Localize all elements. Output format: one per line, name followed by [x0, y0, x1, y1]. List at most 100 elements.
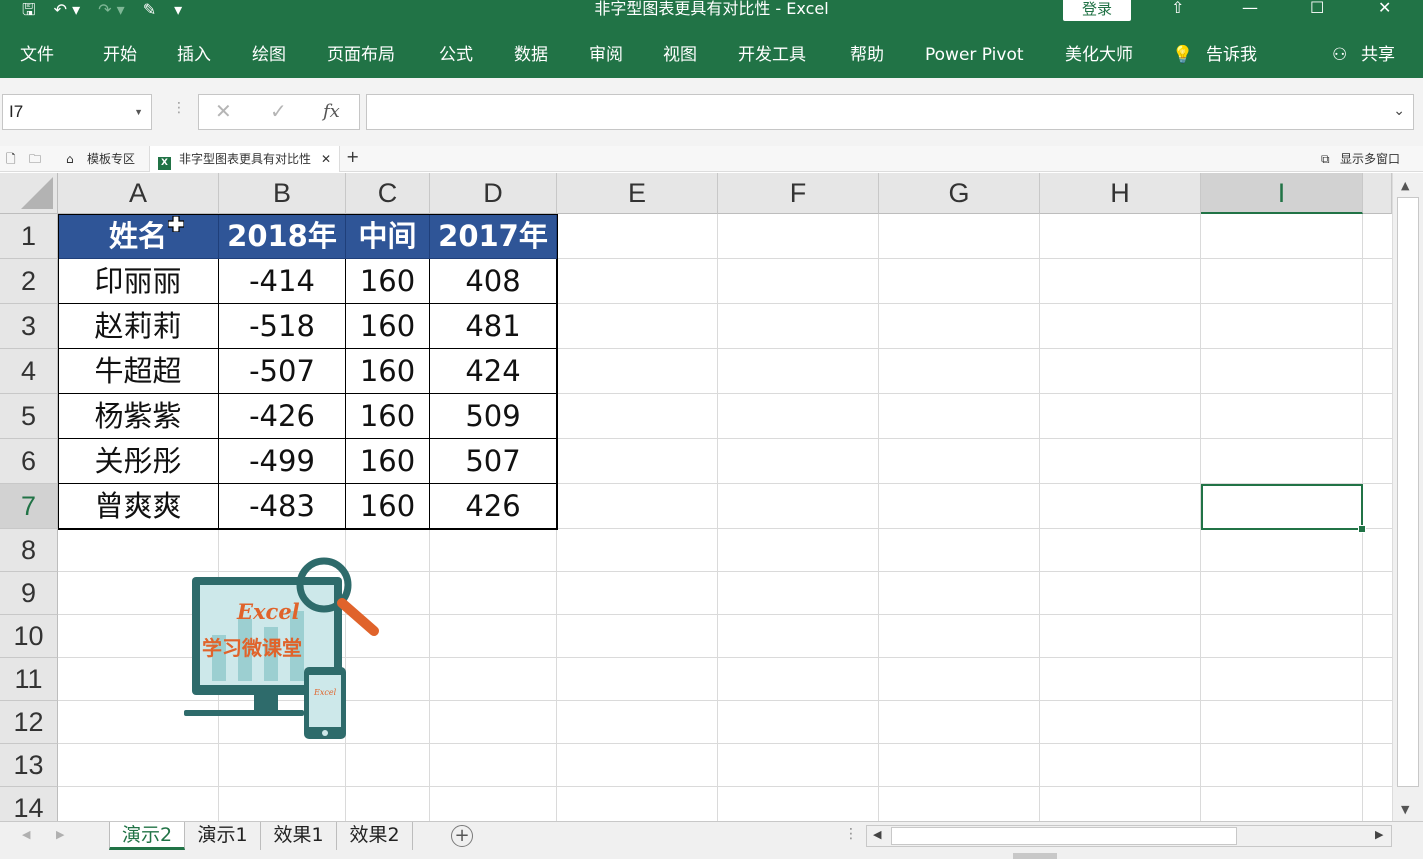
row-header-7[interactable]: 7: [0, 484, 58, 529]
table-cell[interactable]: 160: [346, 304, 430, 349]
sheet-tab-effect1[interactable]: 效果1: [261, 822, 337, 850]
scroll-left-icon[interactable]: ◀: [873, 828, 881, 841]
table-cell[interactable]: 160: [346, 484, 430, 529]
column-header-f[interactable]: F: [718, 173, 879, 214]
share-user-icon[interactable]: ⚇: [1332, 44, 1347, 66]
tab-page-layout[interactable]: 页面布局: [327, 44, 395, 66]
column-header-e[interactable]: E: [557, 173, 718, 214]
splitter-handle-icon[interactable]: ⋮: [172, 100, 186, 116]
table-cell[interactable]: 426: [430, 484, 557, 529]
table-cell[interactable]: -483: [219, 484, 346, 529]
folder-icon[interactable]: 🗀: [29, 150, 41, 168]
table-cell[interactable]: 481: [430, 304, 557, 349]
tell-me-search[interactable]: 告诉我: [1206, 44, 1257, 66]
cancel-icon[interactable]: ✕: [215, 99, 232, 123]
spreadsheet-grid[interactable]: A B C D E F G H I 1 2 3 4 5 6 7 8 9 10 1…: [0, 173, 1392, 821]
tab-beautify-master[interactable]: 美化大师: [1065, 44, 1133, 66]
ribbon-display-icon[interactable]: ⇧: [1171, 0, 1184, 16]
tab-review[interactable]: 审阅: [589, 44, 623, 66]
table-cell[interactable]: -518: [219, 304, 346, 349]
row-header-8[interactable]: 8: [0, 529, 58, 572]
row-header-13[interactable]: 13: [0, 744, 58, 787]
show-multi-window-button[interactable]: 显示多窗口: [1340, 150, 1400, 168]
formula-input[interactable]: ⌄: [366, 94, 1414, 130]
table-cell[interactable]: 杨紫紫: [58, 394, 219, 439]
row-header-1[interactable]: 1: [0, 214, 58, 259]
template-zone-tab[interactable]: 模板专区: [87, 150, 135, 168]
excel-course-logo[interactable]: Excel 学习微课堂 Excel: [182, 555, 382, 740]
column-header-b[interactable]: B: [219, 173, 346, 214]
sheet-tab-demo2[interactable]: 演示2: [109, 822, 185, 850]
add-sheet-icon[interactable]: +: [451, 825, 473, 847]
next-sheet-icon[interactable]: ▶: [56, 828, 64, 841]
column-header-h[interactable]: H: [1040, 173, 1201, 214]
table-cell[interactable]: -414: [219, 259, 346, 304]
close-tab-icon[interactable]: ✕: [321, 150, 331, 168]
scroll-up-icon[interactable]: ▲: [1401, 179, 1409, 192]
tab-data[interactable]: 数据: [514, 44, 548, 66]
tab-home[interactable]: 开始: [103, 44, 137, 66]
tab-splitter-icon[interactable]: ⋮: [844, 826, 858, 842]
column-header-a[interactable]: A: [58, 173, 219, 214]
row-header-4[interactable]: 4: [0, 349, 58, 394]
scroll-right-icon[interactable]: ▶: [1375, 828, 1383, 841]
prev-sheet-icon[interactable]: ◀: [22, 828, 30, 841]
tab-power-pivot[interactable]: Power Pivot: [925, 44, 1024, 66]
table-header-cell[interactable]: 2018年: [219, 214, 346, 259]
home-icon[interactable]: ⌂: [66, 150, 74, 168]
name-box[interactable]: I7 ▼: [2, 94, 152, 130]
table-cell[interactable]: 关彤彤: [58, 439, 219, 484]
table-cell[interactable]: 509: [430, 394, 557, 439]
horizontal-scroll-thumb[interactable]: [891, 827, 1237, 845]
table-cell[interactable]: 160: [346, 349, 430, 394]
login-button[interactable]: 登录: [1063, 0, 1131, 21]
table-cell[interactable]: 408: [430, 259, 557, 304]
active-workbook-tab[interactable]: X 非字型图表更具有对比性 ✕: [149, 146, 340, 172]
minimize-icon[interactable]: —: [1242, 0, 1258, 16]
new-file-icon[interactable]: 🗋: [6, 150, 16, 168]
table-cell[interactable]: 赵莉莉: [58, 304, 219, 349]
table-cell[interactable]: -499: [219, 439, 346, 484]
row-header-3[interactable]: 3: [0, 304, 58, 349]
table-cell[interactable]: 印丽丽: [58, 259, 219, 304]
table-cell[interactable]: 424: [430, 349, 557, 394]
tab-formulas[interactable]: 公式: [439, 44, 473, 66]
chevron-down-icon[interactable]: ▼: [134, 95, 143, 129]
select-all-corner[interactable]: [0, 173, 58, 214]
sheet-tab-demo1[interactable]: 演示1: [185, 822, 261, 850]
column-header-c[interactable]: C: [346, 173, 430, 214]
row-header-2[interactable]: 2: [0, 259, 58, 304]
row-header-11[interactable]: 11: [0, 658, 58, 701]
expand-formula-icon[interactable]: ⌄: [1393, 103, 1405, 119]
table-cell[interactable]: 牛超超: [58, 349, 219, 394]
tab-file[interactable]: 文件: [20, 44, 54, 66]
table-cell[interactable]: 160: [346, 259, 430, 304]
table-header-cell[interactable]: 姓名: [58, 214, 219, 259]
sheet-tab-effect2[interactable]: 效果2: [337, 822, 413, 850]
enter-check-icon[interactable]: ✓: [270, 99, 287, 123]
scroll-down-icon[interactable]: ▼: [1401, 803, 1409, 816]
multi-window-icon[interactable]: ⧉: [1321, 150, 1330, 168]
horizontal-scrollbar[interactable]: ◀ ▶: [866, 825, 1392, 847]
row-header-14[interactable]: 14: [0, 787, 58, 821]
close-icon[interactable]: ✕: [1378, 0, 1391, 16]
column-header-g[interactable]: G: [879, 173, 1040, 214]
row-header-6[interactable]: 6: [0, 439, 58, 484]
vertical-scroll-thumb[interactable]: [1397, 197, 1419, 787]
table-cell[interactable]: -507: [219, 349, 346, 394]
tab-help[interactable]: 帮助: [850, 44, 884, 66]
table-cell[interactable]: -426: [219, 394, 346, 439]
table-cell[interactable]: 160: [346, 439, 430, 484]
lightbulb-icon[interactable]: 💡: [1172, 44, 1193, 66]
tab-developer[interactable]: 开发工具: [738, 44, 806, 66]
column-header-d[interactable]: D: [430, 173, 557, 214]
vertical-scrollbar[interactable]: ▲ ▼: [1392, 173, 1423, 821]
new-tab-icon[interactable]: +: [346, 148, 359, 166]
table-header-cell[interactable]: 2017年: [430, 214, 557, 259]
tab-view[interactable]: 视图: [663, 44, 697, 66]
tab-insert[interactable]: 插入: [177, 44, 211, 66]
table-cell[interactable]: 160: [346, 394, 430, 439]
row-header-12[interactable]: 12: [0, 701, 58, 744]
insert-function-icon[interactable]: fx: [323, 101, 340, 122]
table-header-cell[interactable]: 中间: [346, 214, 430, 259]
